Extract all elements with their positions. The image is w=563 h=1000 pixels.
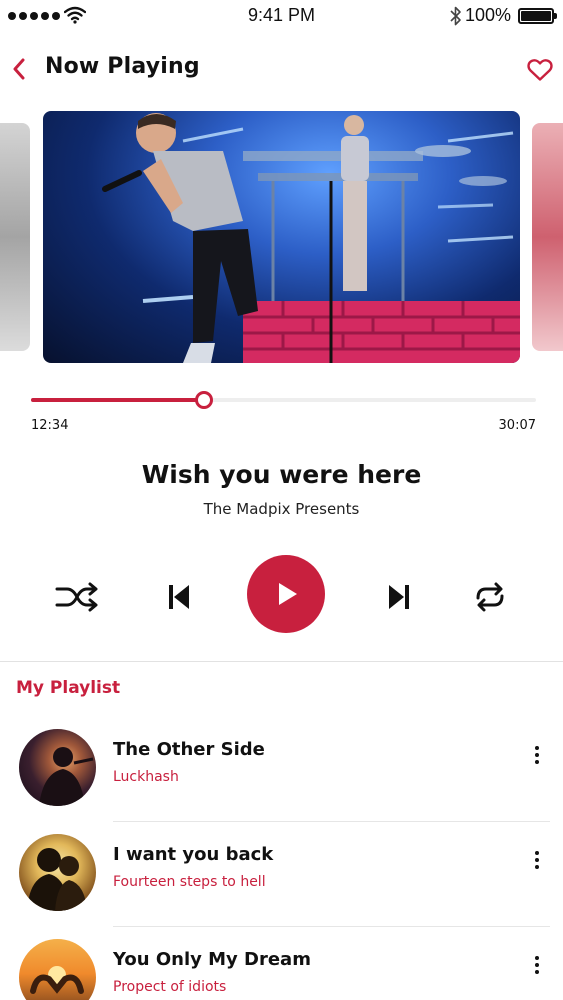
repeat-icon <box>476 582 504 612</box>
bluetooth-icon <box>449 5 463 31</box>
total-time: 30:07 <box>498 418 536 433</box>
song-artist: Propect of idiots <box>113 979 227 995</box>
chevron-left-icon <box>13 58 25 80</box>
song-title: The Other Side <box>113 739 265 760</box>
section-divider <box>0 661 563 662</box>
back-button[interactable] <box>6 54 32 84</box>
more-options-icon[interactable] <box>526 953 548 977</box>
album-art <box>43 111 520 363</box>
status-bar: 9:41 PM 100% <box>0 0 563 32</box>
heart-icon <box>527 59 553 81</box>
song-thumbnail <box>19 939 96 1000</box>
battery-level <box>521 11 551 21</box>
song-title: You Only My Dream <box>113 949 311 970</box>
progress-thumb[interactable] <box>194 391 213 409</box>
battery-icon <box>518 8 557 24</box>
play-button[interactable] <box>247 555 325 633</box>
previous-button[interactable] <box>160 578 198 616</box>
more-options-icon[interactable] <box>526 848 548 872</box>
track-title: Wish you were here <box>141 460 422 489</box>
album-carousel[interactable] <box>0 111 563 363</box>
playlist-item[interactable]: The Other Side Luckhash <box>0 717 563 817</box>
repeat-button[interactable] <box>470 578 510 616</box>
shuffle-button[interactable] <box>54 578 100 616</box>
previous-album-art[interactable] <box>0 123 30 351</box>
concert-image <box>102 113 520 363</box>
battery-percentage: 100% <box>465 5 512 25</box>
skip-previous-icon <box>169 585 189 609</box>
progress-slider[interactable] <box>31 390 536 410</box>
progress-fill <box>31 398 204 402</box>
song-artist: Fourteen steps to hell <box>113 874 266 890</box>
more-options-icon[interactable] <box>526 743 548 767</box>
skip-next-icon <box>389 585 409 609</box>
song-title: I want you back <box>113 844 274 865</box>
page-title: Now Playing <box>45 54 200 79</box>
track-artist: The Madpix Presents <box>203 500 360 518</box>
favorite-button[interactable] <box>524 54 556 86</box>
next-album-art[interactable] <box>532 123 563 351</box>
playlist-title: My Playlist <box>16 678 121 698</box>
song-thumbnail <box>19 834 96 911</box>
shuffle-icon <box>55 582 98 612</box>
current-time: 12:34 <box>31 418 69 433</box>
song-artist: Luckhash <box>113 769 179 785</box>
play-icon <box>279 583 297 605</box>
song-thumbnail <box>19 729 96 806</box>
playlist-item[interactable]: I want you back Fourteen steps to hell <box>0 822 563 922</box>
next-button[interactable] <box>380 578 418 616</box>
playlist-item[interactable]: You Only My Dream Propect of idiots <box>0 927 563 1000</box>
